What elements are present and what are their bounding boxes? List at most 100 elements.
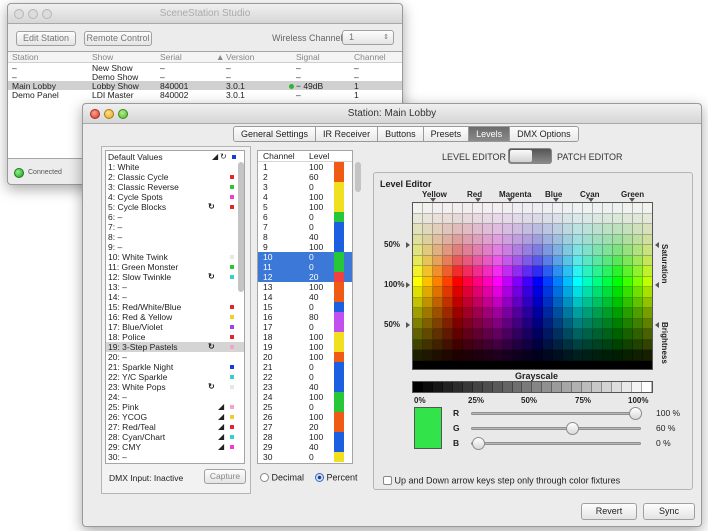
color-cell[interactable] — [563, 276, 573, 287]
color-cell[interactable] — [513, 245, 523, 256]
list-item[interactable]: 5: Cycle Blocks ↻ — [106, 202, 244, 212]
color-cell[interactable] — [593, 329, 603, 340]
color-cell[interactable] — [573, 255, 583, 266]
color-cell[interactable] — [533, 213, 543, 224]
color-cell[interactable] — [503, 203, 513, 214]
color-cell[interactable] — [633, 297, 643, 308]
color-cell[interactable] — [473, 308, 483, 319]
list-item[interactable]: 26: YCOG ◢ — [106, 412, 244, 422]
table-row[interactable]: Demo Panel LDI Master 840002 3.0.1 – 1 — [8, 90, 402, 100]
channel-row[interactable]: 19 100 — [258, 342, 352, 352]
color-cell[interactable] — [483, 308, 493, 319]
color-cell[interactable] — [563, 213, 573, 224]
color-cell[interactable] — [503, 287, 513, 298]
channel-row[interactable]: 23 40 — [258, 382, 352, 392]
color-cell[interactable] — [493, 350, 503, 361]
channel-row[interactable]: 1 100 — [258, 162, 352, 172]
color-cell[interactable] — [623, 224, 633, 235]
color-cell[interactable] — [643, 255, 652, 266]
color-cell[interactable] — [433, 287, 443, 298]
color-cell[interactable] — [633, 276, 643, 287]
color-cell[interactable] — [463, 318, 473, 329]
color-cell[interactable] — [623, 266, 633, 277]
color-cell[interactable] — [423, 318, 433, 329]
color-cell[interactable] — [423, 339, 433, 350]
color-cell[interactable] — [523, 224, 533, 235]
channel-row[interactable]: 60 — [258, 212, 352, 222]
color-cell[interactable] — [613, 234, 623, 245]
color-cell[interactable] — [423, 234, 433, 245]
color-cell[interactable] — [613, 329, 623, 340]
capture-button[interactable]: Capture — [204, 469, 246, 484]
col-show[interactable]: Show — [92, 52, 113, 62]
color-cell[interactable] — [573, 350, 583, 361]
color-cell[interactable] — [573, 224, 583, 235]
color-cell[interactable] — [593, 245, 603, 256]
list-item[interactable]: 16: Red & Yellow — [106, 312, 244, 322]
color-cell[interactable] — [643, 234, 652, 245]
color-cell[interactable] — [613, 350, 623, 361]
arrow-keys-checkbox[interactable]: Up and Down arrow keys step only through… — [383, 475, 620, 486]
list-item[interactable]: 7: – — [106, 222, 244, 232]
channel-row[interactable]: 28 100 — [258, 432, 352, 442]
channel-row[interactable]: 18 100 — [258, 332, 352, 342]
color-cell[interactable] — [413, 224, 423, 235]
color-cell[interactable] — [583, 339, 593, 350]
color-cell[interactable] — [513, 234, 523, 245]
color-cell[interactable] — [443, 276, 453, 287]
color-cell[interactable] — [523, 234, 533, 245]
gray-cell[interactable] — [641, 382, 652, 392]
sync-button[interactable]: Sync — [643, 503, 695, 520]
color-cell[interactable] — [593, 360, 603, 369]
color-cell[interactable] — [573, 318, 583, 329]
color-cell[interactable] — [553, 318, 563, 329]
preset-list[interactable]: Default Values ◢ ↻ 1: White 2: Classic Cy… — [105, 150, 245, 464]
color-cell[interactable] — [563, 234, 573, 245]
color-cell[interactable] — [583, 318, 593, 329]
color-cell[interactable] — [603, 266, 613, 277]
channel-scrollbar[interactable] — [355, 162, 361, 192]
slider-knob[interactable] — [472, 437, 485, 450]
color-cell[interactable] — [583, 213, 593, 224]
editor-toggle-switch[interactable] — [508, 148, 552, 164]
color-cell[interactable] — [633, 213, 643, 224]
color-cell[interactable] — [493, 245, 503, 256]
gray-cell[interactable] — [542, 382, 553, 392]
percent-radio[interactable]: Percent — [315, 472, 358, 483]
channel-row[interactable]: 16 80 — [258, 312, 352, 322]
color-cell[interactable] — [453, 329, 463, 340]
channel-row[interactable]: 14 40 — [258, 292, 352, 302]
color-cell[interactable] — [453, 224, 463, 235]
color-cell[interactable] — [443, 308, 453, 319]
color-cell[interactable] — [553, 360, 563, 369]
color-cell[interactable] — [493, 213, 503, 224]
color-cell[interactable] — [563, 350, 573, 361]
color-cell[interactable] — [543, 213, 553, 224]
color-cell[interactable] — [463, 297, 473, 308]
color-cell[interactable] — [433, 350, 443, 361]
color-cell[interactable] — [553, 213, 563, 224]
color-cell[interactable] — [603, 360, 613, 369]
color-cell[interactable] — [613, 213, 623, 224]
minimize-window-button[interactable] — [104, 109, 114, 119]
gray-cell[interactable] — [472, 382, 483, 392]
color-cell[interactable] — [433, 224, 443, 235]
gray-cell[interactable] — [602, 382, 613, 392]
color-cell[interactable] — [473, 287, 483, 298]
color-cell[interactable] — [483, 255, 493, 266]
color-cell[interactable] — [513, 203, 523, 214]
channel-row[interactable]: 30 0 — [258, 452, 352, 462]
table-row[interactable]: – Demo Show – – – – — [8, 72, 402, 82]
color-cell[interactable] — [433, 203, 443, 214]
color-cell[interactable] — [513, 360, 523, 369]
color-cell[interactable] — [603, 213, 613, 224]
color-cell[interactable] — [523, 297, 533, 308]
color-cell[interactable] — [643, 245, 652, 256]
color-cell[interactable] — [423, 245, 433, 256]
color-cell[interactable] — [633, 360, 643, 369]
color-cell[interactable] — [473, 297, 483, 308]
color-cell[interactable] — [583, 245, 593, 256]
color-cell[interactable] — [533, 287, 543, 298]
color-cell[interactable] — [433, 213, 443, 224]
wireless-channel-select[interactable]: 1 ⇕ — [342, 30, 394, 45]
